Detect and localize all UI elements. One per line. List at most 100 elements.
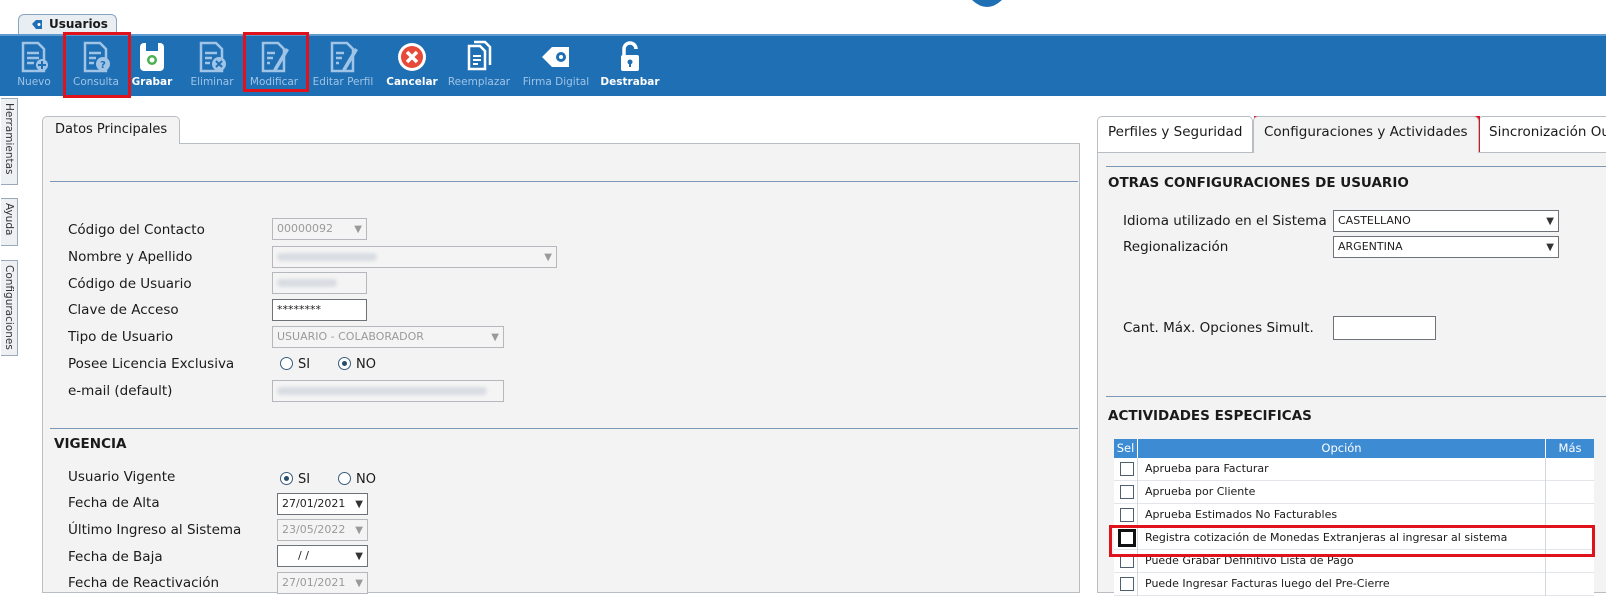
row-checkbox[interactable]	[1120, 485, 1134, 499]
chevron-down-icon: ▼	[355, 551, 363, 562]
main-toolbar: Nuevo ? Consulta Grabar Eliminar Modific…	[0, 34, 1606, 96]
email-field[interactable]	[272, 380, 504, 402]
ultimo-ingreso-label: Último Ingreso al Sistema	[68, 522, 242, 538]
actividades-title: ACTIVIDADES ESPECIFICAS	[1108, 408, 1312, 424]
fecha-reactivacion-label: Fecha de Reactivación	[68, 575, 220, 591]
cancelar-button[interactable]: Cancelar	[384, 36, 440, 96]
fecha-baja-date[interactable]: / / ▼	[277, 545, 368, 567]
window-tab-strip: Usuarios	[0, 0, 1606, 34]
radio-label: SI	[298, 357, 311, 372]
vigente-si-radio[interactable]: SI	[280, 472, 310, 487]
clave-field[interactable]: ********	[272, 299, 367, 321]
row-checkbox[interactable]	[1120, 508, 1134, 522]
side-tab-herramientas[interactable]: Herramientas	[1, 98, 18, 185]
fecha-alta-date[interactable]: 27/01/2021 ▼	[277, 493, 368, 515]
unlock-icon	[621, 41, 639, 71]
chevron-down-icon: ▼	[491, 332, 499, 343]
radio-label: NO	[356, 472, 376, 487]
licencia-si-radio[interactable]: SI	[280, 357, 310, 372]
table-row[interactable]: Aprueba para Facturar	[1114, 458, 1594, 481]
email-label: e-mail (default)	[68, 383, 173, 399]
cant-max-field[interactable]	[1333, 316, 1436, 340]
codigo-usuario-field[interactable]	[272, 272, 367, 294]
side-tab-ayuda[interactable]: Ayuda	[1, 198, 18, 246]
grabar-button[interactable]: Grabar	[130, 36, 174, 96]
ultimo-ingreso-value: 23/05/2022	[282, 523, 346, 536]
cell-divider	[1137, 458, 1138, 481]
regionalizacion-select[interactable]: ARGENTINA ▼	[1333, 236, 1559, 258]
digital-signature-icon	[542, 47, 569, 67]
regionalizacion-label: Regionalización	[1123, 239, 1229, 255]
ultimo-ingreso-date[interactable]: 23/05/2022 ▼	[277, 519, 368, 541]
nuevo-button[interactable]: Nuevo	[10, 36, 58, 96]
nombre-label: Nombre y Apellido	[68, 249, 193, 265]
eliminar-button[interactable]: Eliminar	[186, 36, 238, 96]
nuevo-label: Nuevo	[17, 76, 51, 88]
fecha-baja-label: Fecha de Baja	[68, 549, 163, 565]
fecha-alta-value: 27/01/2021	[282, 497, 346, 510]
highlight-consulta	[63, 32, 131, 98]
tab-sincronizacion[interactable]: Sincronización Ou	[1478, 116, 1606, 152]
table-row[interactable]: Aprueba por Cliente	[1114, 481, 1594, 504]
destrabar-button[interactable]: Destrabar	[600, 36, 660, 96]
column-mas[interactable]: Más	[1546, 439, 1594, 458]
table-row[interactable]: Aprueba Estimados No Facturables	[1114, 504, 1594, 527]
row-checkbox[interactable]	[1120, 462, 1134, 476]
window-tab-usuarios[interactable]: Usuarios	[18, 14, 117, 34]
radio-off-icon	[280, 357, 293, 370]
reemplazar-label: Reemplazar	[447, 76, 511, 88]
chevron-down-icon: ▼	[354, 224, 362, 235]
vigencia-title: VIGENCIA	[54, 436, 127, 452]
tipo-usuario-value: USUARIO - COLABORADOR	[277, 330, 424, 343]
reemplazar-button[interactable]: Reemplazar	[446, 36, 512, 96]
redacted-value	[277, 279, 337, 287]
idioma-label: Idioma utilizado en el Sistema	[1123, 213, 1327, 229]
column-sel[interactable]: Sel	[1114, 439, 1138, 458]
chevron-down-icon: ▼	[355, 499, 363, 510]
tab-perfiles-seguridad[interactable]: Perfiles y Seguridad	[1097, 116, 1254, 152]
cell-divider	[1137, 504, 1138, 527]
cell-divider	[1545, 481, 1546, 504]
side-tab-label: Herramientas	[3, 103, 15, 175]
row-option: Aprueba para Facturar	[1145, 462, 1269, 475]
highlight-registra-cotizacion-row	[1109, 525, 1595, 557]
codigo-contacto-value: 00000092	[277, 222, 333, 235]
row-option: Aprueba por Cliente	[1145, 485, 1256, 498]
fecha-baja-value: / /	[298, 549, 309, 562]
redacted-value	[277, 387, 487, 395]
idioma-value: CASTELLANO	[1338, 214, 1411, 227]
replace-document-icon	[467, 40, 492, 71]
editar-perfil-label: Editar Perfil	[312, 76, 374, 88]
redacted-value	[277, 253, 377, 261]
idioma-select[interactable]: CASTELLANO ▼	[1333, 210, 1559, 232]
highlight-modificar	[243, 32, 309, 92]
save-disk-icon	[140, 43, 164, 71]
decorative-shape-icon	[972, 0, 1002, 7]
codigo-contacto-select[interactable]: 00000092 ▼	[272, 218, 367, 240]
tipo-usuario-select[interactable]: USUARIO - COLABORADOR ▼	[272, 326, 504, 348]
side-tab-configuraciones[interactable]: Configuraciones	[1, 260, 18, 356]
divider	[50, 181, 1078, 182]
row-option: Aprueba Estimados No Facturables	[1145, 508, 1338, 521]
otras-config-title: OTRAS CONFIGURACIONES DE USUARIO	[1108, 175, 1409, 191]
table-header: Sel Opción Más	[1114, 439, 1594, 458]
side-tab-label: Configuraciones	[3, 265, 15, 350]
fecha-alta-label: Fecha de Alta	[68, 495, 160, 511]
vigente-no-radio[interactable]: NO	[338, 472, 376, 487]
destrabar-label: Destrabar	[600, 76, 660, 88]
fecha-reactivacion-date[interactable]: 27/01/2021 ▼	[277, 572, 368, 594]
firma-digital-button[interactable]: Firma Digital	[518, 36, 594, 96]
column-opcion[interactable]: Opción	[1138, 439, 1546, 458]
chevron-down-icon: ▼	[1546, 216, 1554, 227]
row-checkbox[interactable]	[1120, 577, 1134, 591]
nombre-select[interactable]: ▼	[272, 246, 557, 268]
cell-divider	[1545, 458, 1546, 481]
side-tabs: Herramientas Ayuda Configuraciones	[0, 98, 18, 593]
tab-configuraciones-actividades[interactable]: Configuraciones y Actividades	[1253, 116, 1479, 153]
radio-off-icon	[338, 472, 351, 485]
tab-label: Configuraciones y Actividades	[1264, 124, 1468, 140]
editar-perfil-button[interactable]: Editar Perfil	[310, 36, 376, 96]
tab-datos-principales[interactable]: Datos Principales	[42, 116, 180, 144]
firma-digital-label: Firma Digital	[522, 76, 590, 88]
licencia-no-radio[interactable]: NO	[338, 357, 376, 372]
